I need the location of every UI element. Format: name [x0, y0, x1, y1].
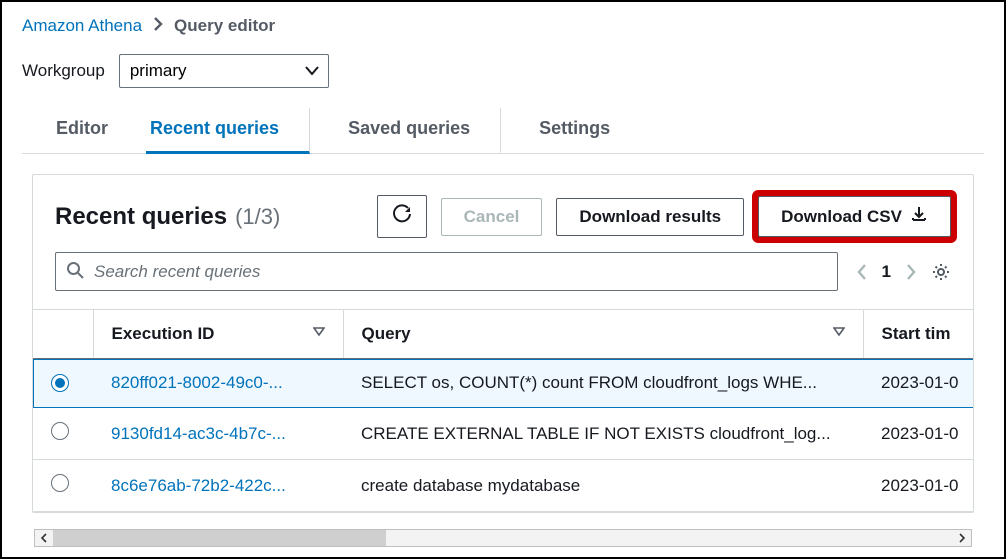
- row-radio[interactable]: [51, 374, 69, 392]
- row-radio[interactable]: [51, 474, 69, 492]
- execution-id-link[interactable]: 9130fd14-ac3c-4b7c-...: [111, 424, 286, 443]
- workgroup-label: Workgroup: [22, 61, 105, 81]
- col-start-time[interactable]: Start tim: [863, 310, 973, 359]
- recent-queries-table: Execution ID Query Start t: [33, 309, 973, 512]
- workgroup-select[interactable]: primary: [119, 54, 329, 88]
- tab-saved-queries[interactable]: Saved queries: [344, 108, 501, 154]
- panel-title: Recent queries: [55, 203, 227, 231]
- tab-editor[interactable]: Editor: [52, 108, 112, 154]
- start-time-cell: 2023-01-0: [863, 460, 973, 512]
- scroll-track[interactable]: [53, 530, 953, 546]
- search-icon: [66, 261, 84, 282]
- download-csv-label: Download CSV: [781, 207, 902, 227]
- execution-id-link[interactable]: 820ff021-8002-49c0-...: [111, 373, 283, 392]
- table-row[interactable]: 9130fd14-ac3c-4b7c-... CREATE EXTERNAL T…: [33, 408, 973, 460]
- execution-id-link[interactable]: 8c6e76ab-72b2-422c...: [111, 476, 286, 495]
- scroll-thumb[interactable]: [53, 530, 386, 546]
- download-icon: [910, 205, 928, 228]
- page-number: 1: [882, 262, 891, 282]
- tab-settings[interactable]: Settings: [535, 108, 614, 154]
- scroll-left-icon[interactable]: [35, 530, 53, 546]
- filter-icon: [313, 324, 325, 344]
- search-input[interactable]: [94, 262, 827, 282]
- query-cell: create database mydatabase: [343, 460, 863, 512]
- gear-icon[interactable]: [931, 262, 951, 282]
- table-row[interactable]: 820ff021-8002-49c0-... SELECT os, COUNT(…: [33, 359, 973, 408]
- row-radio[interactable]: [51, 422, 69, 440]
- horizontal-scrollbar[interactable]: [34, 529, 972, 547]
- download-results-button[interactable]: Download results: [556, 198, 744, 236]
- tab-bar: Editor Recent queries Saved queries Sett…: [22, 108, 984, 154]
- chevron-right-icon: [152, 16, 164, 36]
- start-time-cell: 2023-01-0: [863, 359, 973, 408]
- query-cell: SELECT os, COUNT(*) count FROM cloudfron…: [343, 359, 863, 408]
- panel-count: (1/3): [235, 204, 280, 230]
- page-prev-icon[interactable]: [856, 263, 868, 281]
- search-box[interactable]: [55, 252, 838, 291]
- cancel-button: Cancel: [441, 198, 543, 236]
- refresh-button[interactable]: [377, 195, 427, 238]
- workgroup-select-button[interactable]: primary: [119, 54, 329, 88]
- scroll-right-icon[interactable]: [953, 530, 971, 546]
- pager: 1: [856, 262, 951, 282]
- recent-queries-panel: Recent queries (1/3) Cancel Download res…: [32, 174, 974, 513]
- col-select: [33, 310, 93, 359]
- refresh-icon: [392, 204, 412, 229]
- breadcrumb-root-link[interactable]: Amazon Athena: [22, 16, 142, 36]
- col-execution-id[interactable]: Execution ID: [93, 310, 343, 359]
- breadcrumb: Amazon Athena Query editor: [22, 16, 984, 36]
- table-row[interactable]: 8c6e76ab-72b2-422c... create database my…: [33, 460, 973, 512]
- breadcrumb-current: Query editor: [174, 16, 275, 36]
- download-csv-button[interactable]: Download CSV: [758, 196, 951, 237]
- tab-recent-queries[interactable]: Recent queries: [146, 108, 310, 154]
- filter-icon: [833, 324, 845, 344]
- page-next-icon[interactable]: [905, 263, 917, 281]
- col-query[interactable]: Query: [343, 310, 863, 359]
- query-cell: CREATE EXTERNAL TABLE IF NOT EXISTS clou…: [343, 408, 863, 460]
- start-time-cell: 2023-01-0: [863, 408, 973, 460]
